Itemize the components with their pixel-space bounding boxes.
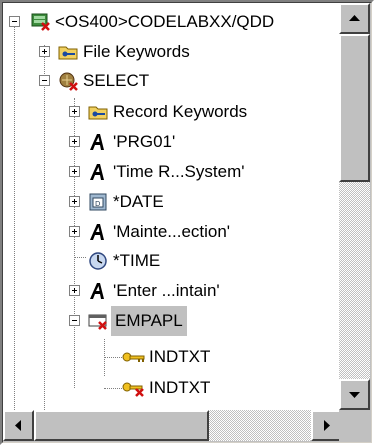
- expand-icon[interactable]: [69, 226, 80, 237]
- tree-node-label: *TIME: [113, 251, 161, 270]
- tree-node-label: *DATE: [113, 192, 164, 211]
- tree-node[interactable]: 'Enter ...intain': [3, 276, 342, 306]
- tree-node[interactable]: SELECT: [3, 66, 342, 96]
- tree-node-label: File Keywords: [83, 42, 190, 61]
- scroll-up-button[interactable]: [339, 3, 370, 34]
- tree-node-label: SELECT: [83, 71, 150, 90]
- tree-view-frame: <OS400>CODELABXX/QDD File Keywords SELEC…: [2, 2, 372, 443]
- expand-icon[interactable]: [69, 166, 80, 177]
- scroll-down-button[interactable]: [339, 379, 370, 410]
- constant-text-icon: [90, 164, 104, 180]
- tree-node[interactable]: 'Time R...System': [3, 157, 342, 187]
- tree-node-label: EMPAPL: [111, 306, 187, 336]
- tree-node[interactable]: 'Mainte...ection': [3, 217, 342, 247]
- expand-icon[interactable]: [69, 136, 80, 147]
- tree-node-label: INDTXT: [149, 347, 211, 366]
- expand-icon[interactable]: [39, 46, 50, 57]
- scrollbar-corner: [339, 410, 370, 441]
- scroll-right-button[interactable]: [311, 410, 342, 441]
- tree-node[interactable]: File Keywords: [3, 37, 342, 67]
- tree-node-label: Record Keywords: [113, 102, 248, 121]
- collapse-icon[interactable]: [69, 315, 80, 326]
- date-icon: D: [89, 193, 107, 211]
- tree-node-label: INDTXT: [149, 378, 211, 397]
- key-icon: [122, 352, 145, 362]
- tree-view-window: <OS400>CODELABXX/QDD File Keywords SELEC…: [0, 0, 374, 445]
- vertical-scrollbar[interactable]: [339, 3, 370, 410]
- tree-node[interactable]: <OS400>CODELABXX/QDD: [3, 7, 342, 37]
- tree-node-label: 'PRG01': [113, 132, 176, 151]
- vertical-scroll-thumb[interactable]: [339, 34, 370, 182]
- arrow-right-icon: [324, 420, 330, 431]
- tree-node[interactable]: D *DATE: [3, 187, 342, 217]
- tree-node[interactable]: Record Keywords: [3, 97, 342, 127]
- tree-node[interactable]: 'PRG01': [3, 127, 342, 157]
- subfile-icon: [88, 314, 107, 330]
- key-folder-icon: [58, 46, 78, 60]
- key-folder-icon: [88, 106, 108, 120]
- constant-text-icon: [90, 224, 104, 240]
- tree-node-label: 'Mainte...ection': [113, 222, 231, 241]
- svg-text:D: D: [95, 200, 100, 208]
- collapse-icon[interactable]: [39, 75, 50, 86]
- tree-node-label: 'Time R...System': [113, 162, 245, 181]
- tree-node-label: <OS400>CODELABXX/QDD: [55, 12, 275, 31]
- expand-icon[interactable]: [69, 196, 80, 207]
- scroll-left-button[interactable]: [3, 410, 34, 441]
- tree-node-label: 'Enter ...intain': [113, 281, 220, 300]
- clock-icon: [89, 252, 107, 270]
- expand-icon[interactable]: [69, 106, 80, 117]
- tree-node[interactable]: EMPAPL: [3, 306, 342, 336]
- expand-icon[interactable]: [69, 285, 80, 296]
- arrow-down-icon: [349, 392, 360, 398]
- constant-text-icon: [90, 283, 104, 299]
- tree-view[interactable]: <OS400>CODELABXX/QDD File Keywords SELEC…: [3, 3, 342, 410]
- arrow-left-icon: [15, 420, 21, 431]
- constant-text-icon: [90, 134, 104, 150]
- horizontal-scrollbar[interactable]: [3, 410, 342, 441]
- tree-node[interactable]: *TIME: [3, 246, 342, 276]
- horizontal-scroll-thumb[interactable]: [34, 410, 209, 441]
- tree-node[interactable]: INDTXT: [3, 342, 342, 372]
- select-format-icon: [59, 72, 78, 91]
- database-table-icon: [31, 13, 50, 31]
- key-error-icon: [122, 382, 144, 397]
- collapse-icon[interactable]: [9, 16, 20, 27]
- tree-node[interactable]: INDTXT: [3, 373, 342, 403]
- arrow-up-icon: [349, 15, 360, 21]
